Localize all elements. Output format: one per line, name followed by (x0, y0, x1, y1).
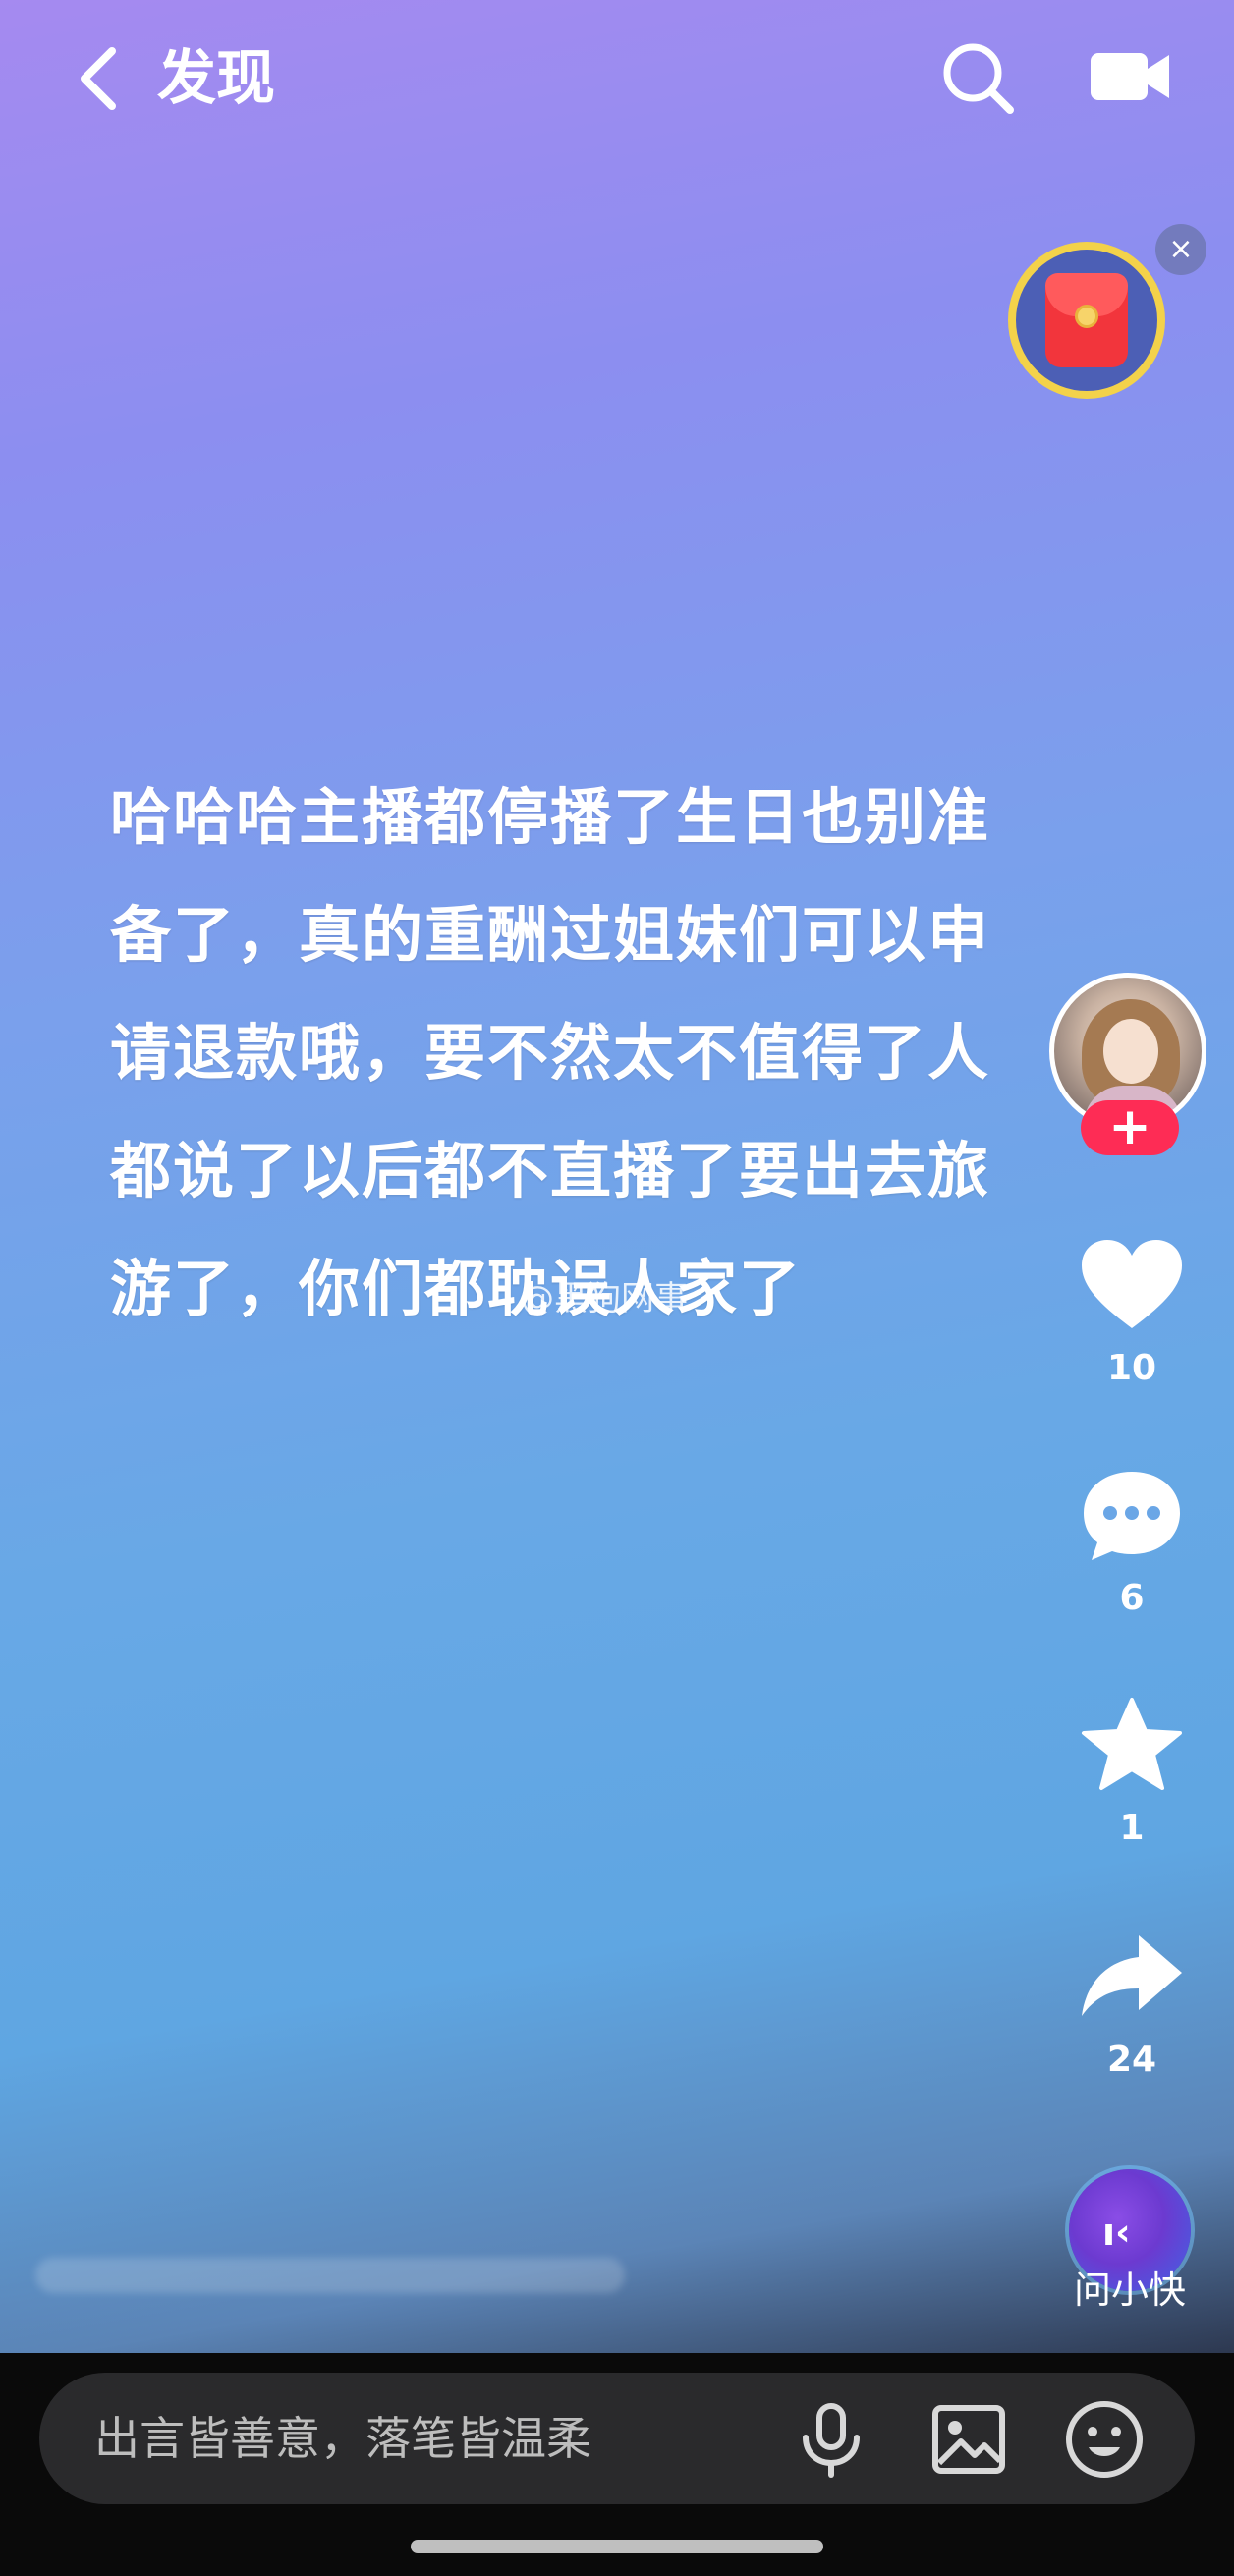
microphone-icon[interactable] (792, 2400, 870, 2479)
image-icon[interactable] (929, 2400, 1008, 2479)
ai-assistant-label: 问小快 (1073, 2268, 1186, 2312)
comment-icon (1084, 1472, 1180, 1560)
like-count: 10 (1106, 1348, 1157, 1388)
share-arrow-icon (1082, 1935, 1182, 2016)
comment-button[interactable]: 6 (1071, 1466, 1193, 1618)
emoji-icon[interactable] (1063, 2398, 1146, 2481)
bottom-bar: 出言皆善意，落笔皆温柔 (0, 2353, 1234, 2576)
search-icon[interactable] (939, 39, 1018, 118)
page-title: 发现 (157, 44, 275, 113)
blurred-caption (35, 2258, 625, 2293)
home-indicator (411, 2540, 823, 2553)
like-button[interactable]: 10 (1071, 1236, 1193, 1388)
red-packet-widget[interactable] (1008, 242, 1165, 399)
author-avatar-group[interactable]: + (1049, 973, 1210, 1159)
post-text: 哈哈哈主播都停播了生日也别准备了，真的重酬过姐妹们可以申请退款哦，要不然太不值得… (110, 781, 991, 1324)
red-envelope-icon (1045, 273, 1128, 367)
watermark: @黑狗网事 (521, 1279, 688, 1318)
follow-button[interactable]: + (1081, 1100, 1179, 1155)
video-camera-icon[interactable] (1089, 47, 1171, 106)
ai-assistant-icon: ı‹ (1102, 2211, 1131, 2254)
favorite-count: 1 (1119, 1808, 1145, 1848)
comment-input-placeholder: 出言皆善意，落笔皆温柔 (94, 2412, 591, 2465)
top-bar: 发现 (0, 0, 1234, 157)
comment-input[interactable]: 出言皆善意，落笔皆温柔 (39, 2373, 1195, 2504)
favorite-button[interactable]: 1 (1071, 1696, 1193, 1848)
video-stage[interactable]: 发现 × 哈哈哈主播都停播了生日也别准备了，真的重酬过姐妹们可以申请退款哦，要不… (0, 0, 1234, 2353)
heart-icon (1082, 1240, 1182, 1328)
share-count: 24 (1106, 2040, 1157, 2080)
star-icon (1082, 1698, 1182, 1790)
chevron-left-icon[interactable] (69, 39, 128, 118)
close-icon[interactable]: × (1155, 224, 1206, 275)
share-button[interactable]: 24 (1071, 1928, 1193, 2080)
comment-count: 6 (1119, 1578, 1145, 1618)
